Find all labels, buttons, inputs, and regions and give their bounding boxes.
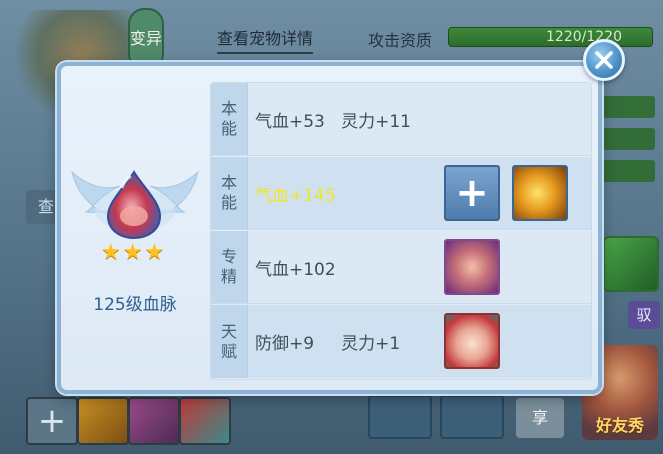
skill-icon[interactable] [368,395,432,439]
table-row: 专精 气血+102 [211,231,591,304]
close-x-icon [595,51,613,69]
plus-icon: + [455,170,489,216]
table-row: 本能 气血+53 灵力+11 [211,83,591,156]
row-attributes-text: 防御+9 灵力+1 [255,334,401,354]
burst-skill-icon[interactable] [77,397,129,445]
row-label: 专精 [211,231,248,303]
mutate-button[interactable]: 变异 [128,8,164,70]
muscle-skill-icon[interactable] [128,397,180,445]
muscle-skill-icon[interactable] [444,239,500,295]
tab-pet-details[interactable]: 查看宠物详情 [217,25,314,54]
row-attributes-text: 气血+102 [255,259,336,280]
ride-tag[interactable]: 驭 [628,301,660,329]
row-label: 天赋 [211,305,248,378]
row-label: 本能 [211,157,248,229]
blood-drop-icon [104,170,164,240]
burst-skill-icon[interactable] [512,165,568,221]
row-label: 本能 [211,83,248,155]
aptitude-bar [603,128,655,150]
game-screen: 变异 查看宠物详情 攻击资质 1220/1220 查 驭 + 享 好友秀 ★ ★… [0,0,663,454]
attack-aptitude-bar: 1220/1220 [448,27,653,47]
aptitude-bar [603,96,655,118]
add-slot-button[interactable]: + [26,397,78,445]
heart-skill-icon[interactable] [603,236,659,292]
attack-aptitude-label: 攻击资质 [368,31,433,50]
add-skill-button[interactable]: + [444,165,500,221]
row-attributes-text: 气血+145 [255,185,336,206]
skill-icon[interactable] [440,395,504,439]
talent-face-icon[interactable] [179,397,231,445]
aptitude-bar [603,160,655,182]
star-icon: ★ [144,240,165,265]
table-row: 天赋 防御+9 灵力+1 [211,305,591,378]
row-attributes-text: 气血+53 灵力+11 [255,111,411,132]
bloodline-level-label: 125级血脉 [93,295,177,315]
talent-face-icon[interactable] [444,313,500,369]
close-button[interactable] [583,39,625,81]
bloodline-attributes-table: 本能 气血+53 灵力+11 本能 气血+145 + 专精 气血+102 天赋 [210,82,592,380]
star-icon: ★ [101,240,121,265]
friend-show-label[interactable]: 好友秀 [582,412,658,436]
share-button[interactable]: 享 [516,398,564,438]
star-rating: ★ ★ ★ [101,242,164,264]
mutate-button-label: 变异 [130,29,163,48]
star-icon: ★ [122,240,143,265]
table-row: 本能 气血+145 + [211,157,591,230]
